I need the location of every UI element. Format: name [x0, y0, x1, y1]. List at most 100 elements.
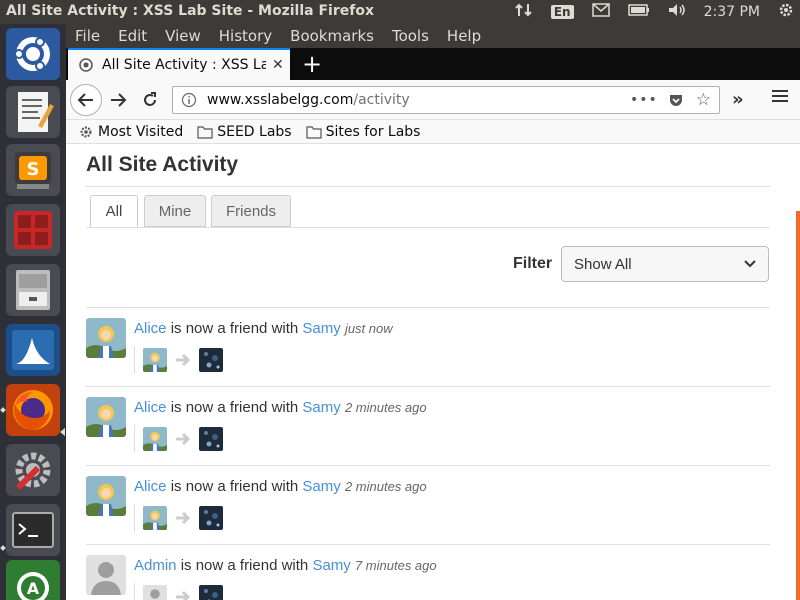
tab-friends[interactable]: Friends — [211, 195, 291, 227]
filter-select[interactable]: Show All — [561, 246, 769, 282]
new-tab-button[interactable]: + — [302, 50, 322, 78]
gear-icon — [80, 126, 92, 137]
timestamp: 2 minutes ago — [344, 479, 427, 494]
actor-thumbnail[interactable] — [143, 585, 167, 600]
actor-thumbnail[interactable] — [143, 348, 167, 372]
tabs-underline — [86, 227, 770, 228]
reload-button[interactable] — [138, 88, 162, 112]
bookmark-star-icon[interactable]: ☆ — [696, 90, 711, 110]
arrow-right-icon — [171, 506, 195, 530]
target-thumbnail[interactable] — [199, 585, 223, 600]
back-button[interactable] — [70, 84, 102, 116]
target-thumbnail[interactable] — [199, 506, 223, 530]
avatar[interactable] — [86, 318, 126, 358]
url-text[interactable]: www.xsslabelgg.com/activity — [207, 92, 630, 108]
url-bar[interactable]: www.xsslabelgg.com/activity ••• ☆ — [172, 86, 720, 114]
reload-icon — [144, 92, 156, 106]
navigation-toolbar: www.xsslabelgg.com/activity ••• ☆ » — [66, 80, 800, 120]
actor-thumbnail[interactable] — [143, 427, 167, 451]
chevron-down-icon — [744, 260, 756, 268]
tab-mine[interactable]: Mine — [144, 195, 206, 227]
friendship-attachment — [134, 583, 223, 600]
clock[interactable]: 2:37 PM — [704, 4, 760, 20]
volume-icon[interactable] — [668, 3, 686, 21]
hamburger-menu-icon[interactable] — [772, 90, 788, 105]
tab-close-icon[interactable]: ✕ — [272, 57, 284, 73]
settings-icon[interactable] — [6, 444, 60, 496]
activity-summary: Admin is now a friend with Samy 7 minute… — [134, 557, 437, 574]
scrollbar-indicator[interactable] — [796, 211, 800, 600]
target-thumbnail[interactable] — [199, 348, 223, 372]
firefox-icon[interactable] — [6, 384, 60, 436]
overflow-chevron-icon[interactable]: » — [732, 89, 744, 110]
page-content: All Site Activity All Mine Friends Filte… — [66, 145, 800, 600]
menu-edit[interactable]: Edit — [118, 27, 147, 45]
page-actions-button[interactable]: ••• — [630, 92, 658, 108]
menu-file[interactable]: File — [75, 27, 100, 45]
bookmark-most-visited[interactable]: Most Visited — [78, 124, 183, 140]
sublime-text-icon[interactable]: S — [6, 144, 60, 196]
pocket-icon[interactable] — [668, 92, 684, 108]
bookmark-seed-labs[interactable]: SEED Labs — [197, 123, 292, 140]
actor-link[interactable]: Alice — [134, 478, 167, 495]
friendship-attachment — [134, 425, 223, 453]
mail-icon[interactable] — [591, 3, 610, 21]
site-info-icon[interactable] — [181, 92, 197, 108]
target-link[interactable]: Samy — [312, 557, 350, 574]
wireshark-icon[interactable] — [6, 324, 60, 376]
power-gear-icon[interactable] — [778, 2, 794, 22]
bookmark-label: SEED Labs — [217, 123, 292, 140]
bookmark-label: Most Visited — [98, 123, 184, 140]
browser-tab[interactable]: All Site Activity : XSS Lab Site ✕ — [68, 48, 290, 80]
tab-all[interactable]: All — [90, 195, 138, 228]
terminal-red-icon[interactable] — [6, 204, 60, 256]
page-title: All Site Activity — [86, 153, 239, 176]
update-icon[interactable]: A — [6, 560, 60, 600]
forward-button[interactable] — [106, 88, 130, 112]
target-thumbnail[interactable] — [199, 427, 223, 451]
filter-label: Filter — [513, 255, 553, 272]
arrow-right-icon — [171, 427, 195, 451]
text-editor-icon[interactable] — [6, 86, 60, 138]
target-link[interactable]: Samy — [302, 320, 340, 337]
activity-verb: is now a friend with — [170, 399, 299, 416]
svg-text:A: A — [27, 579, 40, 598]
actor-link[interactable]: Alice — [134, 320, 167, 337]
avatar[interactable] — [86, 476, 126, 516]
menu-help[interactable]: Help — [447, 27, 481, 45]
terminal-icon[interactable] — [6, 504, 60, 556]
actor-link[interactable]: Admin — [134, 557, 177, 574]
arrow-right-icon — [171, 585, 195, 600]
target-link[interactable]: Samy — [302, 478, 340, 495]
activity-item: Alice is now a friend with Samy 2 minute… — [86, 387, 770, 466]
tab-strip: All Site Activity : XSS Lab Site ✕ + — [66, 48, 800, 80]
back-arrow-icon — [77, 93, 93, 107]
arrow-right-icon — [171, 348, 195, 372]
actor-thumbnail[interactable] — [143, 506, 167, 530]
activity-item: Admin is now a friend with Samy 7 minute… — [86, 545, 770, 600]
activity-verb: is now a friend with — [180, 557, 309, 574]
menu-view[interactable]: View — [165, 27, 201, 45]
timestamp: 7 minutes ago — [354, 558, 437, 573]
activity-verb: is now a friend with — [170, 320, 299, 337]
ubuntu-icon[interactable] — [6, 28, 60, 80]
folder-icon — [197, 125, 213, 139]
file-cabinet-icon[interactable] — [6, 264, 60, 316]
activity-summary: Alice is now a friend with Samy 2 minute… — [134, 399, 427, 416]
avatar[interactable] — [86, 397, 126, 437]
menu-history[interactable]: History — [219, 27, 272, 45]
bookmark-sites-for-labs[interactable]: Sites for Labs — [305, 123, 421, 140]
avatar[interactable] — [86, 555, 126, 595]
menu-bookmarks[interactable]: Bookmarks — [290, 27, 374, 45]
battery-icon[interactable] — [627, 4, 650, 20]
network-icon[interactable] — [515, 2, 533, 22]
target-link[interactable]: Samy — [302, 399, 340, 416]
tab-favicon-icon — [79, 58, 93, 72]
bookmark-label: Sites for Labs — [325, 123, 421, 140]
tab-title: All Site Activity : XSS Lab Site — [102, 57, 266, 73]
menu-tools[interactable]: Tools — [392, 27, 429, 45]
activity-verb: is now a friend with — [170, 478, 299, 495]
keyboard-layout-indicator[interactable]: En — [550, 5, 574, 19]
actor-link[interactable]: Alice — [134, 399, 167, 416]
menu-bar: File Edit View History Bookmarks Tools H… — [66, 24, 800, 48]
